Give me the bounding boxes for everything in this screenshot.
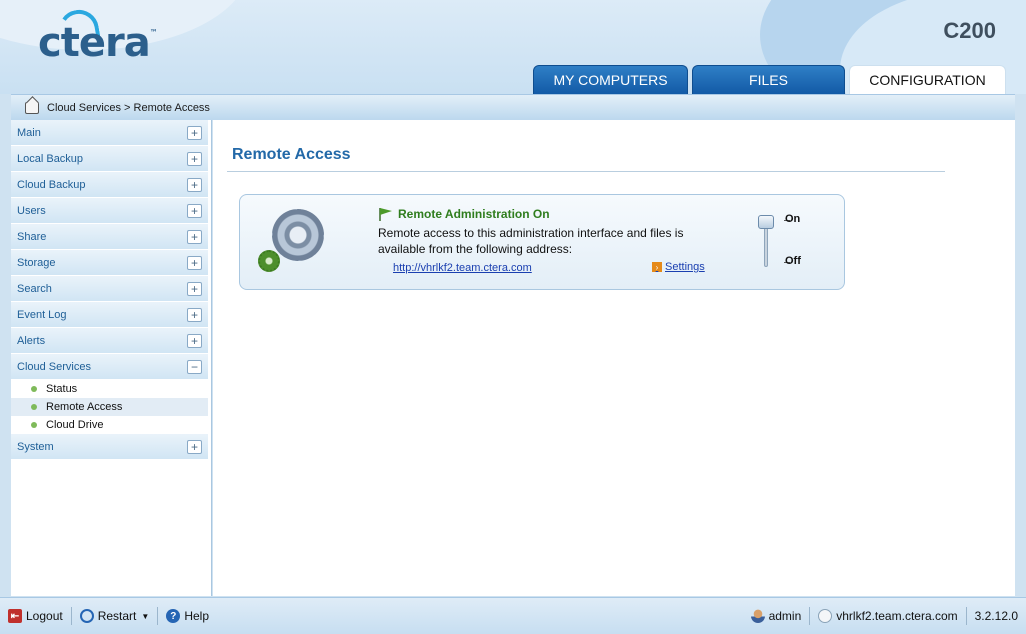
status-bar: ⇤ Logout Restart ▼ ? Help admin vhrlkf2.tea… [0,597,1026,634]
expand-icon[interactable]: + [187,229,202,244]
switch-off-label: Off [785,255,801,267]
on-off-switch-knob[interactable] [758,215,774,229]
sidebar-item-users[interactable]: Users + [11,198,208,224]
main-content: Remote Access Remote Administration On R… [213,120,1015,596]
sidebar-item-label: System [17,440,54,453]
logout-icon: ⇤ [8,609,22,623]
breadcrumb: Cloud Services > Remote Access [11,94,1015,120]
sidebar: Main + Local Backup + Cloud Backup + Users +… [11,120,212,596]
app-header: ctera™ C200 MY COMPUTERS FILES CONFIGURA… [0,0,1026,94]
switch-on-label: On [785,213,801,225]
breadcrumb-text: Cloud Services > Remote Access [47,101,210,114]
sidebar-item-label: Share [17,230,47,243]
expand-icon[interactable]: + [187,125,202,140]
cloud-icon [818,609,833,623]
remote-access-card: Remote Administration On Remote access t… [239,194,845,290]
sidebar-item-label: Storage [17,256,56,269]
version: 3.2.12.0 [974,609,1018,623]
sidebar-item-local-backup[interactable]: Local Backup + [11,146,208,172]
restart-button[interactable]: Restart ▼ [72,609,158,623]
status-info: admin vhrlkf2.team.ctera.com 3.2.12.0 [743,607,1026,625]
sidebar-item-label: Local Backup [17,152,84,165]
remote-address-link[interactable]: http://vhrlkf2.team.ctera.com [393,262,532,274]
sidebar-subitem-label: Cloud Drive [46,419,104,431]
restart-icon [79,609,94,623]
user-label: admin [768,609,802,623]
settings-link[interactable]: › Settings [652,261,705,273]
bullet-icon [31,422,37,428]
bullet-icon [31,404,37,410]
tab-files[interactable]: FILES [692,65,845,94]
sidebar-item-label: Search [17,282,52,295]
sidebar-item-label: Main [17,126,41,139]
flag-icon [379,208,392,221]
sidebar-item-label: Event Log [17,308,67,321]
expand-icon[interactable]: + [187,151,202,166]
main-tabs: MY COMPUTERS FILES CONFIGURATION [533,65,1010,94]
collapse-icon[interactable]: − [187,359,202,374]
expand-icon[interactable]: + [187,333,202,348]
expand-icon[interactable]: + [187,177,202,192]
small-gear-icon [258,250,280,272]
current-user: admin [743,609,810,623]
device-model: C200 [943,18,996,43]
sidebar-subitem-status[interactable]: Status [11,380,208,398]
sidebar-item-label: Cloud Services [17,360,91,373]
sidebar-item-label: Alerts [17,334,46,347]
remote-status-description: Remote access to this administration int… [378,226,684,256]
sidebar-item-system[interactable]: System + [11,434,208,460]
chevron-down-icon[interactable]: ▼ [141,612,149,621]
expand-icon[interactable]: + [187,203,202,218]
expand-icon[interactable]: + [187,439,202,454]
host-label: vhrlkf2.team.ctera.com [836,609,958,623]
settings-label: Settings [665,261,705,273]
sidebar-subitem-remote-access[interactable]: Remote Access [11,398,208,416]
user-icon [750,609,765,623]
host-name: vhrlkf2.team.ctera.com [810,609,965,623]
remote-status-title: Remote Administration On [398,207,550,221]
logout-label: Logout [26,609,63,623]
logout-button[interactable]: ⇤ Logout [0,609,71,623]
expand-icon[interactable]: + [187,307,202,322]
home-icon[interactable] [25,101,39,114]
sidebar-item-search[interactable]: Search + [11,276,208,302]
sidebar-subitem-label: Status [46,383,78,395]
help-label: Help [184,609,209,623]
sidebar-item-cloud-backup[interactable]: Cloud Backup + [11,172,208,198]
restart-label: Restart [97,609,137,623]
page-title: Remote Access [232,146,351,163]
title-divider [227,171,945,172]
help-icon: ? [166,609,181,623]
sidebar-subitem-label: Remote Access [46,401,123,413]
logo: ctera™ [38,20,158,66]
sidebar-subitem-cloud-drive[interactable]: Cloud Drive [11,416,208,434]
sidebar-item-share[interactable]: Share + [11,224,208,250]
tab-configuration[interactable]: CONFIGURATION [849,65,1006,94]
arrow-right-icon: › [652,262,662,272]
bullet-icon [31,386,37,392]
help-button[interactable]: ? Help [158,609,217,623]
tab-my-computers[interactable]: MY COMPUTERS [533,65,688,94]
sidebar-item-event-log[interactable]: Event Log + [11,302,208,328]
expand-icon[interactable]: + [187,255,202,270]
expand-icon[interactable]: + [187,281,202,296]
gear-icon [272,209,324,261]
sidebar-item-label: Cloud Backup [17,178,86,191]
sidebar-item-label: Users [17,204,46,217]
sidebar-item-storage[interactable]: Storage + [11,250,208,276]
sidebar-item-alerts[interactable]: Alerts + [11,328,208,354]
sidebar-item-main[interactable]: Main + [11,120,208,146]
sidebar-item-cloud-services[interactable]: Cloud Services − [11,354,208,380]
